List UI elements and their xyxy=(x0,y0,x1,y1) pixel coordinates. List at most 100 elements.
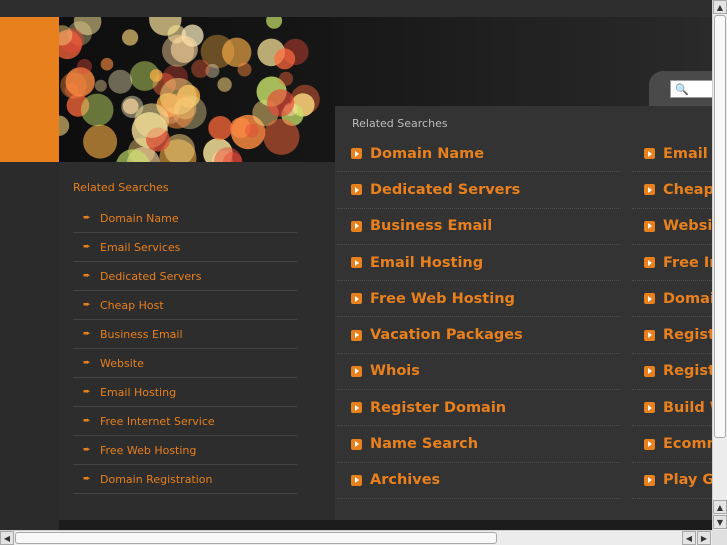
link-label[interactable]: Whois xyxy=(370,363,420,379)
sidebar-item-label[interactable]: Business Email xyxy=(100,328,183,341)
sidebar-item-label[interactable]: Cheap Host xyxy=(100,299,164,312)
arrow-bullet-icon xyxy=(644,220,655,232)
arrow-bullet-icon xyxy=(351,438,362,450)
link-item[interactable]: Dedicated Servers xyxy=(337,172,621,209)
link-item[interactable]: Vacation Packages xyxy=(337,317,621,354)
link-item[interactable]: Registra xyxy=(632,354,712,391)
link-label[interactable]: Website xyxy=(663,218,712,234)
arrow-bullet-icon xyxy=(351,257,362,269)
link-label[interactable]: Registra xyxy=(663,363,712,379)
search-input[interactable]: 🔍 xyxy=(670,80,712,98)
vertical-scroll-thumb[interactable] xyxy=(714,15,726,438)
arrow-bullet-icon xyxy=(644,438,655,450)
link-label[interactable]: Dedicated Servers xyxy=(370,182,520,198)
bokeh-light xyxy=(122,98,139,115)
link-label[interactable]: Archives xyxy=(370,472,440,488)
link-item[interactable]: Business Email xyxy=(337,209,621,245)
link-item[interactable]: Free Web Hosting xyxy=(337,281,621,318)
bokeh-light xyxy=(94,79,107,92)
link-label[interactable]: Email Hosting xyxy=(370,255,483,271)
link-label[interactable]: Build W xyxy=(663,400,712,416)
scroll-left-arrow-icon[interactable]: ◀ xyxy=(0,531,14,545)
sidebar-item-domain-name[interactable]: ➨ Domain Name xyxy=(73,204,297,233)
link-item[interactable]: Email S xyxy=(632,136,712,173)
sidebar-item-website[interactable]: ➨ Website xyxy=(73,349,297,378)
related-searches-panel: Related Searches Domain Name Dedicated S… xyxy=(335,106,712,522)
bokeh-light xyxy=(266,17,283,29)
bokeh-light xyxy=(80,93,114,127)
link-label[interactable]: Register Domain xyxy=(370,400,506,416)
top-bar xyxy=(0,0,712,17)
sidebar-item-label[interactable]: Dedicated Servers xyxy=(100,270,201,283)
sidebar-item-free-internet-service[interactable]: ➨ Free Internet Service xyxy=(73,407,297,436)
arrow-bullet-icon xyxy=(644,474,655,486)
link-label[interactable]: Cheap xyxy=(663,182,712,198)
link-label[interactable]: Domain xyxy=(663,291,712,307)
link-item[interactable]: Ecomm xyxy=(632,426,712,463)
sidebar-item-label[interactable]: Website xyxy=(100,357,144,370)
bokeh-light xyxy=(149,69,163,82)
link-item[interactable]: Website xyxy=(632,209,712,245)
sidebar-item-label[interactable]: Free Web Hosting xyxy=(100,444,196,457)
bokeh-light xyxy=(237,62,252,77)
scroll-right-arrow-icon[interactable]: ▶ xyxy=(697,531,711,545)
sidebar-item-email-hosting[interactable]: ➨ Email Hosting xyxy=(73,378,297,407)
bokeh-light xyxy=(77,58,92,74)
arrow-bullet-icon xyxy=(644,365,655,377)
sidebar-item-cheap-host[interactable]: ➨ Cheap Host xyxy=(73,291,297,320)
link-label[interactable]: Domain Name xyxy=(370,146,484,162)
link-label[interactable]: Email S xyxy=(663,146,712,162)
link-label[interactable]: Free Int xyxy=(663,255,712,271)
link-label[interactable]: Business Email xyxy=(370,218,492,234)
links-column-left: Domain Name Dedicated Servers Business E… xyxy=(337,136,621,499)
bokeh-light xyxy=(122,29,139,46)
arrow-bullet-icon xyxy=(351,365,362,377)
sidebar-item-dedicated-servers[interactable]: ➨ Dedicated Servers xyxy=(73,262,297,291)
arrow-bullet-icon xyxy=(644,184,655,196)
link-label[interactable]: Free Web Hosting xyxy=(370,291,515,307)
sidebar-item-business-email[interactable]: ➨ Business Email xyxy=(73,320,297,349)
horizontal-scroll-thumb[interactable] xyxy=(15,532,497,544)
vertical-scrollbar[interactable]: ▲ ▲ ▼ xyxy=(712,0,727,530)
bokeh-light xyxy=(263,118,300,155)
horizontal-scrollbar[interactable]: ◀ ◀ ▶ xyxy=(0,530,712,545)
sidebar-item-label[interactable]: Domain Registration xyxy=(100,473,213,486)
arrow-icon: ➨ xyxy=(83,387,91,397)
arrow-bullet-icon xyxy=(644,293,655,305)
bokeh-light xyxy=(108,69,133,94)
sidebar-item-email-services[interactable]: ➨ Email Services xyxy=(73,233,297,262)
sidebar-item-free-web-hosting[interactable]: ➨ Free Web Hosting xyxy=(73,436,297,465)
sidebar-item-label[interactable]: Free Internet Service xyxy=(100,415,215,428)
main-title: Related Searches xyxy=(352,117,448,130)
link-item[interactable]: Registe xyxy=(632,317,712,354)
sidebar-title: Related Searches xyxy=(73,181,169,194)
scroll-down-arrow-icon[interactable]: ▼ xyxy=(713,515,727,529)
scroll-left-arrow-icon[interactable]: ◀ xyxy=(682,531,696,545)
arrow-bullet-icon xyxy=(351,148,362,160)
sidebar-item-label[interactable]: Email Services xyxy=(100,241,180,254)
bokeh-light xyxy=(159,77,197,115)
link-label[interactable]: Name Search xyxy=(370,436,478,452)
scroll-up-arrow-icon[interactable]: ▲ xyxy=(713,500,727,514)
arrow-icon: ➨ xyxy=(83,329,91,339)
scroll-up-arrow-icon[interactable]: ▲ xyxy=(713,0,727,14)
link-label[interactable]: Registe xyxy=(663,327,712,343)
link-label[interactable]: Vacation Packages xyxy=(370,327,523,343)
link-item[interactable]: Domain Name xyxy=(337,136,621,173)
link-label[interactable]: Play Ga xyxy=(663,472,712,488)
link-item[interactable]: Free Int xyxy=(632,245,712,282)
sidebar-item-label[interactable]: Domain Name xyxy=(100,212,179,225)
sidebar-item-label[interactable]: Email Hosting xyxy=(100,386,176,399)
link-item[interactable]: Cheap xyxy=(632,172,712,209)
link-item[interactable]: Build W xyxy=(632,390,712,427)
sidebar-item-domain-registration[interactable]: ➨ Domain Registration xyxy=(73,465,297,494)
link-label[interactable]: Ecomm xyxy=(663,436,712,452)
link-item[interactable]: Name Search xyxy=(337,426,621,463)
link-item[interactable]: Email Hosting xyxy=(337,245,621,282)
link-item[interactable]: Register Domain xyxy=(337,390,621,427)
link-item[interactable]: Archives xyxy=(337,463,621,499)
link-item[interactable]: Domain xyxy=(632,281,712,318)
link-item[interactable]: Play Ga xyxy=(632,463,712,499)
bokeh-light xyxy=(274,48,296,70)
link-item[interactable]: Whois xyxy=(337,354,621,391)
